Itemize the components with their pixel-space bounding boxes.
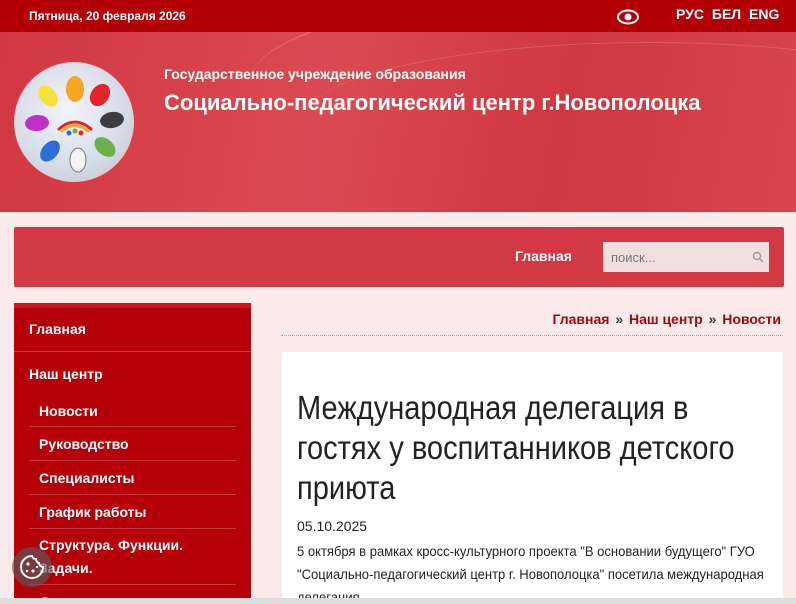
eye-icon[interactable] xyxy=(617,9,639,25)
sidebar-subitem-schedule[interactable]: График работы xyxy=(29,495,236,529)
sidebar-item-home[interactable]: Главная xyxy=(14,308,251,352)
site-logo[interactable] xyxy=(14,62,134,182)
cookie-settings-button[interactable] xyxy=(12,547,52,587)
breadcrumb-news[interactable]: Новости xyxy=(722,311,781,327)
sidebar-subitem-structure[interactable]: Структура. Функции. Задачи. xyxy=(29,529,236,585)
site-title[interactable]: Социально-педагогический центр г.Новопол… xyxy=(164,90,701,116)
article-title: Международная делегация в гостях у воспи… xyxy=(297,389,735,506)
institution-subtitle: Государственное учреждение образования xyxy=(164,66,466,82)
article-date: 05.10.2025 xyxy=(297,518,368,534)
lang-en[interactable]: ENG xyxy=(749,6,779,22)
site-header: Государственное учреждение образования С… xyxy=(0,32,796,212)
nav-home-link[interactable]: Главная xyxy=(515,248,572,264)
current-date: Пятница, 20 февраля 2026 xyxy=(29,9,186,23)
hands-logo-icon xyxy=(25,76,124,173)
sidebar-subitem-specialists[interactable]: Специалисты xyxy=(29,461,236,495)
cookie-icon xyxy=(20,554,45,579)
article-text: 5 октября в рамках кросс-культурного про… xyxy=(297,543,764,604)
language-switcher: РУС БЕЛ ENG xyxy=(676,6,783,22)
search-input[interactable] xyxy=(603,242,769,272)
breadcrumb-home[interactable]: Главная xyxy=(552,311,609,327)
sidebar-item-our-center[interactable]: Наш центр xyxy=(14,352,251,394)
sidebar-subitem-news[interactable]: Новости xyxy=(29,394,236,427)
lang-be[interactable]: БЕЛ xyxy=(712,6,741,22)
sidebar-subitem-management[interactable]: Руководство xyxy=(29,427,236,461)
horizontal-scrollbar[interactable] xyxy=(0,598,796,604)
divider xyxy=(281,335,783,336)
main-navigation: Главная xyxy=(14,227,784,287)
breadcrumb-separator: » xyxy=(708,311,717,327)
search-icon[interactable] xyxy=(752,251,764,263)
breadcrumb: Главная » Наш центр » Новости xyxy=(281,311,781,327)
breadcrumb-our-center[interactable]: Наш центр xyxy=(629,311,703,327)
article-card: Международная делегация в гостях у воспи… xyxy=(281,351,784,604)
breadcrumb-separator: » xyxy=(615,311,624,327)
top-bar: Пятница, 20 февраля 2026 РУС БЕЛ ENG xyxy=(0,0,796,32)
lang-ru[interactable]: РУС xyxy=(676,6,704,22)
